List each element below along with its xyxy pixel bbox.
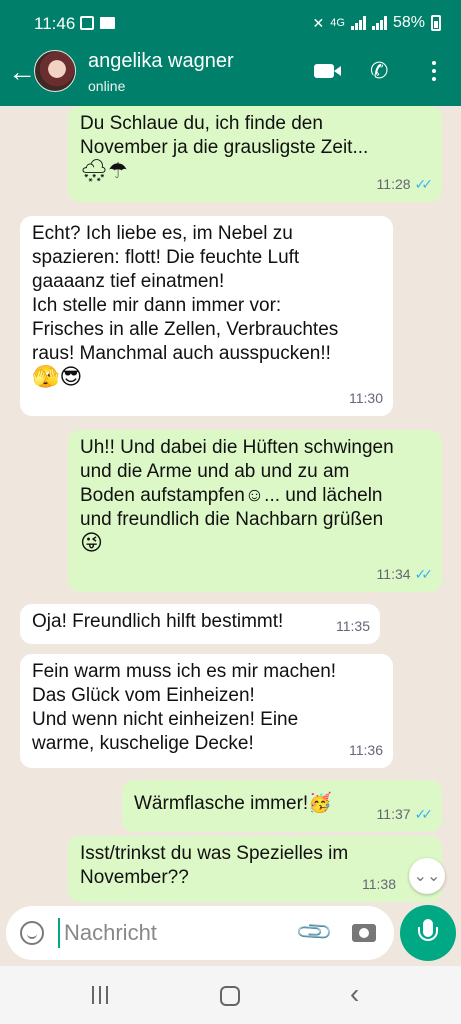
message-time: 11:38 [362, 876, 396, 892]
message-bubble[interactable]: Oja! Freundlich hilft bestimmt! 11:35 [20, 604, 380, 644]
video-call-icon[interactable] [314, 64, 341, 78]
status-time: 11:46 [34, 14, 76, 33]
read-ticks-icon: ✓✓ [414, 806, 434, 822]
message-emoji: 🌨☂ [80, 159, 128, 184]
battery-percent: 58% [392, 14, 425, 31]
message-time: 11:30 [349, 390, 383, 406]
chat-header: ← angelika wagner online ✆ [0, 48, 461, 106]
mic-button[interactable] [400, 905, 456, 961]
read-ticks-icon: ✓✓ [414, 566, 434, 582]
message-emoji: 😜 [80, 531, 103, 556]
gallery-notification-icon [80, 16, 94, 30]
message-bubble[interactable]: Wärmflasche immer!🥳 11:37 ✓✓ [122, 780, 442, 832]
message-text: Oja! Freundlich hilft bestimmt! [32, 611, 284, 632]
message-text: Echt? Ich liebe es, im Nebel zu spaziere… [32, 223, 339, 364]
camera-icon[interactable] [352, 924, 376, 942]
recent-apps-icon[interactable] [92, 986, 108, 1004]
network-type: 4G [330, 17, 345, 29]
phone-icon[interactable]: ✆ [370, 58, 388, 84]
signal-icon-2 [371, 16, 387, 30]
read-ticks-icon: ✓✓ [414, 176, 434, 192]
status-bar: 11:46 ✕ 4G 58% [0, 0, 461, 48]
message-text: Fein warm muss ich es mir machen! Das Gl… [32, 661, 337, 754]
message-bubble[interactable]: Isst/trinkst du was Spezielles im Novemb… [68, 836, 442, 902]
message-time: 11:37 [376, 806, 411, 822]
message-list: Du Schlaue du, ich finde den November ja… [0, 106, 461, 906]
message-bubble[interactable]: Uh!! Und dabei die Hüften schwingen und … [68, 430, 442, 592]
message-input[interactable] [64, 916, 284, 950]
message-bubble[interactable]: Echt? Ich liebe es, im Nebel zu spaziere… [20, 216, 393, 416]
message-text: Du Schlaue du, ich finde den November ja… [80, 113, 369, 158]
message-composer: 📎 [6, 906, 394, 960]
avatar[interactable] [34, 50, 76, 92]
mic-icon [418, 919, 438, 941]
more-vert-icon[interactable] [425, 58, 443, 84]
signal-icon [350, 16, 366, 30]
contact-name[interactable]: angelika wagner [88, 50, 234, 73]
message-text: Uh!! Und dabei die Hüften schwingen und … [80, 437, 394, 530]
battery-icon [431, 15, 441, 31]
scroll-down-icon[interactable]: ⌄⌄ [409, 858, 445, 894]
attach-icon[interactable]: 📎 [294, 912, 336, 954]
emoji-icon[interactable] [20, 921, 44, 945]
message-emoji: 🫣😎 [32, 365, 83, 390]
system-nav-bar: ‹ [0, 966, 461, 1024]
message-bubble[interactable]: Du Schlaue du, ich finde den November ja… [68, 106, 442, 202]
message-bubble[interactable]: Fein warm muss ich es mir machen! Das Gl… [20, 654, 393, 768]
home-icon[interactable] [220, 986, 240, 1006]
mute-icon: ✕ [312, 14, 325, 31]
message-time: 11:36 [349, 742, 383, 758]
back-arrow-icon[interactable]: ← [8, 58, 36, 86]
text-cursor [58, 918, 60, 948]
message-time: 11:35 [336, 618, 370, 634]
nav-back-icon[interactable]: ‹ [350, 978, 359, 1010]
mail-notification-icon [100, 17, 115, 29]
contact-status: online [88, 78, 126, 94]
message-time: 11:34 [376, 566, 411, 582]
message-time: 11:28 [376, 176, 411, 192]
